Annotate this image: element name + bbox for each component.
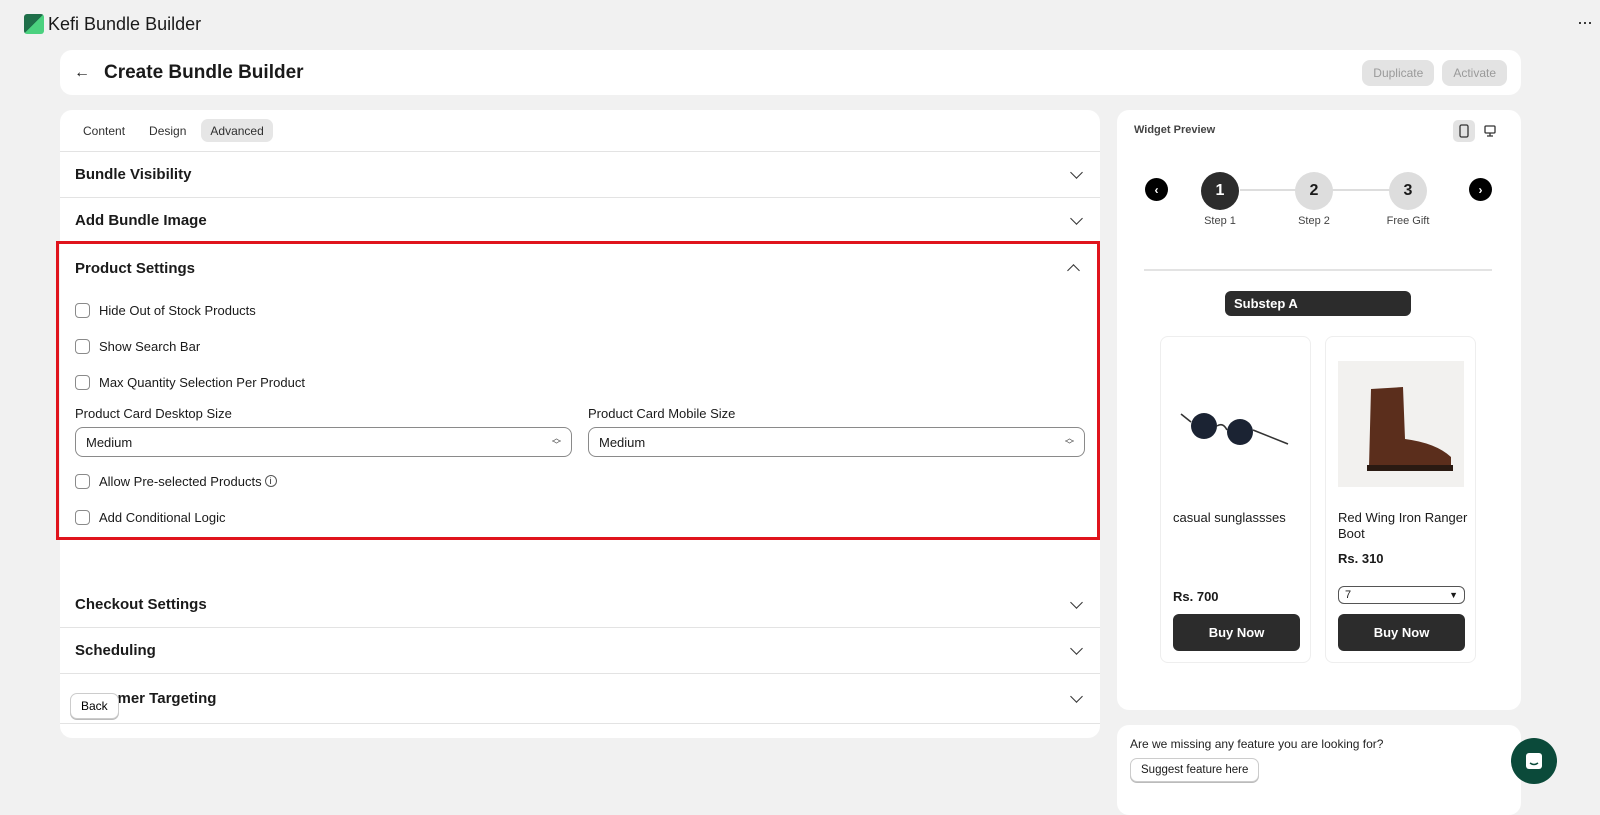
section-add-bundle-image[interactable]: Add Bundle Image (60, 198, 1100, 244)
checkbox-label: Hide Out of Stock Products (99, 302, 256, 318)
desktop-size-select[interactable]: Medium ︿ ﹀ (75, 427, 572, 457)
checkbox[interactable] (75, 338, 90, 354)
section-title: Checkout Settings (75, 596, 207, 613)
product-price: Rs. 700 (1173, 589, 1219, 604)
checkbox[interactable] (75, 374, 90, 390)
widget-preview-panel: Widget Preview ‹ 1 2 3 Step 1 Step 2 Fre… (1117, 110, 1521, 710)
mobile-view-icon[interactable] (1453, 120, 1475, 142)
checkbox[interactable] (75, 473, 90, 489)
section-customer-targeting[interactable]: Customer Targeting (60, 674, 1100, 724)
chevron-down-icon (1070, 689, 1083, 703)
section-title: Add Bundle Image (75, 212, 207, 229)
quantity-value: 7 (1345, 589, 1352, 601)
feature-question: Are we missing any feature you are looki… (1130, 737, 1384, 751)
tab-bar: Content Design Advanced (60, 110, 1100, 152)
chat-launcher-icon[interactable] (1511, 738, 1557, 784)
divider (1144, 269, 1492, 271)
checkbox-label: Add Conditional Logic (99, 509, 226, 525)
widget-preview-title: Widget Preview (1134, 124, 1216, 136)
prev-step-icon[interactable]: ‹ (1145, 178, 1168, 201)
section-scheduling[interactable]: Scheduling (60, 628, 1100, 674)
page-title: Create Bundle Builder (104, 61, 304, 83)
chevron-down-icon (1070, 641, 1083, 655)
chevron-down-icon (1070, 595, 1083, 609)
settings-panel: Content Design Advanced Bundle Visibilit… (56, 110, 1100, 738)
product-name: Red Wing Iron Ranger Boot (1338, 510, 1468, 541)
product-settings-section: Product Settings Hide Out of Stock Produ… (56, 241, 1100, 540)
desktop-size-label: Product Card Desktop Size (75, 406, 232, 421)
activate-button[interactable]: Activate (1442, 59, 1507, 86)
substep-label: Substep A (1225, 291, 1411, 316)
checkbox-label: Show Search Bar (99, 338, 201, 354)
tab-content[interactable]: Content (74, 119, 134, 142)
product-price: Rs. 310 (1338, 551, 1384, 566)
section-title: Scheduling (75, 642, 156, 659)
checkbox[interactable] (75, 509, 90, 525)
feature-request-card: Are we missing any feature you are looki… (1117, 725, 1521, 815)
more-menu-icon[interactable]: ··· (1577, 12, 1593, 33)
select-value: Medium (599, 434, 646, 450)
boot-image (1338, 361, 1464, 487)
step-label: Free Gift (1386, 215, 1430, 227)
step-3[interactable]: 3 (1389, 172, 1427, 210)
mobile-size-label: Product Card Mobile Size (588, 406, 736, 421)
step-label: Step 2 (1298, 215, 1330, 227)
product-name: casual sunglassses (1173, 510, 1286, 525)
buy-now-button[interactable]: Buy Now (1173, 614, 1300, 651)
step-2[interactable]: 2 (1295, 172, 1333, 210)
preselected-products-checkbox[interactable]: Allow Pre-selected Products i (59, 463, 1097, 499)
section-checkout-settings[interactable]: Checkout Settings (60, 582, 1100, 628)
show-search-bar-checkbox[interactable]: Show Search Bar (59, 328, 1097, 364)
mobile-size-select[interactable]: Medium ︿ ﹀ (588, 427, 1085, 457)
section-title: Product Settings (75, 259, 196, 277)
conditional-logic-checkbox[interactable]: Add Conditional Logic (59, 499, 1097, 535)
next-step-icon[interactable]: › (1469, 178, 1492, 201)
info-icon[interactable]: i (264, 475, 277, 487)
buy-now-button[interactable]: Buy Now (1338, 614, 1465, 651)
desktop-view-icon[interactable] (1479, 120, 1501, 142)
section-bundle-visibility[interactable]: Bundle Visibility (60, 152, 1100, 198)
duplicate-button[interactable]: Duplicate (1362, 59, 1435, 86)
select-arrows-icon: ︿ ﹀ (551, 433, 561, 450)
select-value: Medium (86, 434, 133, 450)
product-card: Red Wing Iron Ranger Boot Rs. 310 7 ▼ Buy… (1325, 336, 1476, 663)
step-1[interactable]: 1 (1201, 172, 1239, 210)
sunglasses-image (1173, 361, 1299, 487)
chevron-down-icon (1070, 211, 1083, 225)
back-button[interactable]: Back (70, 693, 119, 719)
hide-out-of-stock-checkbox[interactable]: Hide Out of Stock Products (59, 292, 1097, 328)
back-arrow-icon[interactable]: ← (74, 64, 90, 82)
section-product-settings-header[interactable]: Product Settings (59, 244, 1097, 292)
checkbox[interactable] (75, 302, 90, 318)
chevron-down-icon (1070, 165, 1083, 179)
select-arrows-icon: ︿ ﹀ (1064, 433, 1074, 450)
checkbox-label: Max Quantity Selection Per Product (99, 374, 305, 390)
section-title: Bundle Visibility (75, 166, 192, 183)
top-bar: Kefi Bundle Builder ··· (0, 0, 1600, 48)
suggest-feature-button[interactable]: Suggest feature here (1130, 758, 1260, 782)
app-logo (24, 14, 44, 34)
checkbox-label: Allow Pre-selected Products (99, 473, 262, 489)
max-quantity-checkbox[interactable]: Max Quantity Selection Per Product (59, 364, 1097, 400)
quantity-select[interactable]: 7 ▼ (1338, 586, 1465, 604)
app-title: Kefi Bundle Builder (48, 13, 202, 34)
chevron-down-icon: ▼ (1449, 590, 1458, 600)
tab-design[interactable]: Design (140, 119, 195, 142)
step-label: Step 1 (1204, 215, 1236, 227)
chevron-up-icon (1067, 264, 1080, 277)
tab-advanced[interactable]: Advanced (201, 119, 273, 142)
page-header: ← Create Bundle Builder Duplicate Activa… (60, 50, 1521, 95)
step-indicator: ‹ 1 2 3 Step 1 Step 2 Free Gift › (1145, 172, 1493, 232)
product-card: casual sunglassses Rs. 700 Buy Now (1160, 336, 1311, 663)
